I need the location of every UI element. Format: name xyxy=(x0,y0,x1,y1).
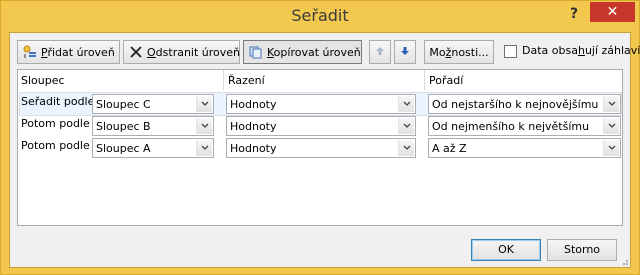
order-select[interactable]: A až Z xyxy=(428,138,621,158)
title-bar: Seřadit ? ✕ xyxy=(1,1,639,31)
move-down-button[interactable] xyxy=(394,40,416,64)
row-label: Potom podle xyxy=(21,139,90,152)
dialog-body: Přidat úroveň Odstranit úroveň Kopírovat… xyxy=(9,32,640,268)
order-header: Pořadí xyxy=(429,74,464,87)
chevron-down-icon xyxy=(398,96,414,112)
sort-on-select[interactable]: Hodnoty xyxy=(226,94,416,114)
headers-checkbox[interactable] xyxy=(504,45,517,58)
cancel-button[interactable]: Storno xyxy=(547,239,617,261)
delete-level-label: dstranit úroveň xyxy=(155,45,241,59)
chevron-down-icon xyxy=(603,140,619,156)
chevron-down-icon xyxy=(603,96,619,112)
sort-on-select[interactable]: Hodnoty xyxy=(226,138,416,158)
copy-level-accel: K xyxy=(267,45,274,59)
row-label: Seřadit podle xyxy=(21,95,95,108)
column-select[interactable]: Sloupec A xyxy=(92,138,214,158)
chevron-down-icon xyxy=(196,96,212,112)
column-select[interactable]: Sloupec C xyxy=(92,94,214,114)
ok-button[interactable]: OK xyxy=(471,239,541,261)
order-select[interactable]: Od nejstaršího k nejnovějšímu xyxy=(428,94,621,114)
chevron-down-icon xyxy=(603,118,619,134)
options-label-pre: Mo xyxy=(429,45,446,59)
delete-level-button[interactable]: Odstranit úroveň xyxy=(123,40,240,64)
row-label: Potom podle xyxy=(21,117,90,130)
arrow-up-icon xyxy=(375,46,385,59)
add-level-icon xyxy=(23,45,37,59)
delete-level-accel: O xyxy=(147,45,156,59)
header-divider xyxy=(424,70,425,90)
sort-levels-grid: Sloupec Řazení Pořadí Seřadit podle Slou… xyxy=(17,69,623,226)
chevron-down-icon xyxy=(398,140,414,156)
options-button[interactable]: Možnosti... xyxy=(424,40,494,64)
column-header: Sloupec xyxy=(21,74,65,87)
copy-level-button[interactable]: Kopírovat úroveň xyxy=(243,40,362,64)
chevron-down-icon xyxy=(398,118,414,134)
column-select[interactable]: Sloupec B xyxy=(92,116,214,136)
copy-icon xyxy=(249,45,263,59)
sort-on-header: Řazení xyxy=(228,74,265,87)
move-up-button[interactable] xyxy=(369,40,391,64)
resize-grip-icon[interactable] xyxy=(619,256,629,266)
order-select[interactable]: Od nejmenšího k největšímu xyxy=(428,116,621,136)
add-level-button[interactable]: Přidat úroveň xyxy=(17,40,120,64)
chevron-down-icon xyxy=(196,140,212,156)
close-button[interactable]: ✕ xyxy=(590,2,635,22)
copy-level-label: opírovat úroveň xyxy=(273,45,361,59)
header-divider xyxy=(223,70,224,90)
sort-dialog: Seřadit ? ✕ Přidat úroveň Odstranit úrov… xyxy=(0,0,640,275)
chevron-down-icon xyxy=(196,118,212,134)
dialog-title: Seřadit xyxy=(291,6,349,25)
help-button[interactable]: ? xyxy=(561,4,587,24)
add-level-label: řidat úroveň xyxy=(47,45,115,59)
options-label-post: nosti... xyxy=(451,45,489,59)
headers-checkbox-label[interactable]: Data obsahují záhlaví xyxy=(522,44,640,57)
sort-on-select[interactable]: Hodnoty xyxy=(226,116,416,136)
delete-x-icon xyxy=(129,45,143,59)
arrow-down-icon xyxy=(400,46,410,59)
